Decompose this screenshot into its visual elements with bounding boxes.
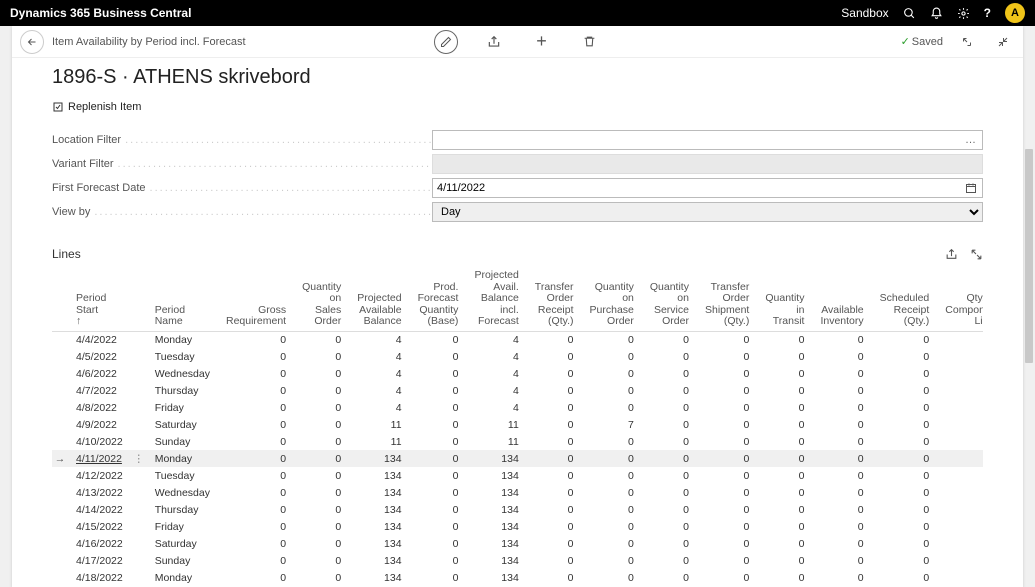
col-to-ship[interactable]: Transfer Order Shipment (Qty.) — [697, 267, 757, 331]
page-toolbar: Item Availability by Period incl. Foreca… — [12, 26, 1023, 58]
col-sched-rcpt[interactable]: Scheduled Receipt (Qty.) — [872, 267, 938, 331]
lines-section: Lines Period Star — [52, 243, 983, 587]
ellipsis-icon[interactable]: … — [959, 134, 982, 146]
new-icon[interactable]: + — [530, 30, 554, 54]
col-period-name[interactable]: Period Name — [147, 267, 218, 331]
lines-share-icon[interactable] — [945, 248, 958, 261]
vertical-scrollbar[interactable] — [1025, 149, 1033, 362]
lines-title: Lines — [52, 247, 945, 261]
firstdate-label: First Forecast Date — [52, 182, 432, 194]
product-title: Dynamics 365 Business Central — [10, 6, 191, 20]
replenish-action[interactable]: Replenish Item — [52, 101, 983, 113]
col-gross-req[interactable]: Gross Requirement — [218, 267, 294, 331]
search-icon[interactable] — [903, 7, 916, 20]
table-row[interactable]: →4/11/2022⋮Monday00134013400000000 — [52, 450, 983, 467]
table-row[interactable]: 4/15/2022Friday00134013400000000 — [52, 518, 983, 535]
table-row[interactable]: 4/18/2022Monday00134013400000000 — [52, 569, 983, 586]
replenish-label: Replenish Item — [68, 101, 141, 113]
collapse-icon[interactable] — [991, 30, 1015, 54]
filters-section: Location Filter … Variant Filter First F… — [52, 123, 983, 235]
help-icon[interactable]: ? — [984, 6, 991, 20]
bell-icon[interactable] — [930, 7, 943, 20]
table-row[interactable]: 4/8/2022Friday0040400000000 — [52, 399, 983, 416]
col-qty-svo[interactable]: Quantity on Service Order — [642, 267, 697, 331]
gear-icon[interactable] — [957, 7, 970, 20]
col-period-start[interactable]: Period Start — [76, 292, 106, 316]
col-prod-forecast[interactable]: Prod. Forecast Quantity (Base) — [410, 267, 467, 331]
col-qty-sales[interactable]: Quantity on Sales Order — [294, 267, 349, 331]
page-card: Item Availability by Period incl. Foreca… — [12, 26, 1023, 587]
table-row[interactable]: 4/12/2022Tuesday00134013400000000 — [52, 467, 983, 484]
app-header: Dynamics 365 Business Central Sandbox ? … — [0, 0, 1035, 26]
variant-filter-label: Variant Filter — [52, 158, 432, 170]
viewby-label: View by — [52, 206, 432, 218]
col-qty-po[interactable]: Quantity on Purchase Order — [582, 267, 642, 331]
table-row[interactable]: 4/14/2022Thursday00134013400000000 — [52, 501, 983, 518]
table-row[interactable]: 4/5/2022Tuesday0040400000000 — [52, 348, 983, 365]
firstdate-input[interactable] — [432, 178, 983, 198]
saved-status: ✓Saved — [901, 35, 943, 48]
table-row[interactable]: 4/10/2022Sunday001101100000000 — [52, 433, 983, 450]
col-proj-avail-fc[interactable]: Projected Avail. Balance incl. Forecast — [466, 267, 526, 331]
env-badge[interactable]: Sandbox — [841, 6, 888, 20]
location-filter-input[interactable]: … — [432, 130, 983, 150]
location-filter-label: Location Filter — [52, 134, 432, 146]
breadcrumb: Item Availability by Period incl. Foreca… — [52, 36, 246, 48]
table-row[interactable]: 4/6/2022Wednesday0040400000000 — [52, 365, 983, 382]
col-proj-avail[interactable]: Projected Available Balance — [349, 267, 409, 331]
table-row[interactable]: 4/7/2022Thursday0040400000000 — [52, 382, 983, 399]
back-button[interactable] — [20, 30, 44, 54]
table-row[interactable]: 4/4/2022Monday0040400000000 — [52, 331, 983, 348]
delete-icon[interactable] — [578, 30, 602, 54]
table-row[interactable]: 4/13/2022Wednesday00134013400000000 — [52, 484, 983, 501]
page-title: 1896-S · ATHENS skrivebord — [52, 66, 983, 89]
table-row[interactable]: 4/9/2022Saturday001101107000000 — [52, 416, 983, 433]
col-to-receipt[interactable]: Transfer Order Receipt (Qty.) — [527, 267, 582, 331]
table-row[interactable]: 4/17/2022Sunday00134013400000000 — [52, 552, 983, 569]
edit-icon[interactable] — [434, 30, 458, 54]
lines-expand-icon[interactable] — [970, 248, 983, 261]
col-comp-lines[interactable]: Qty. on Component Lines — [937, 267, 983, 331]
col-avail-inv[interactable]: Available Inventory — [812, 267, 871, 331]
col-qty-transit[interactable]: Quantity in Transit — [757, 267, 812, 331]
lines-table: Period Start↑ Period Name Gross Requirem… — [52, 267, 983, 587]
popout-icon[interactable] — [955, 30, 979, 54]
table-row[interactable]: 4/16/2022Saturday00134013400000000 — [52, 535, 983, 552]
calendar-icon[interactable] — [960, 182, 982, 194]
viewby-select[interactable]: Day — [432, 202, 983, 222]
variant-filter-input — [432, 154, 983, 174]
share-icon[interactable] — [482, 30, 506, 54]
avatar[interactable]: A — [1005, 3, 1025, 23]
